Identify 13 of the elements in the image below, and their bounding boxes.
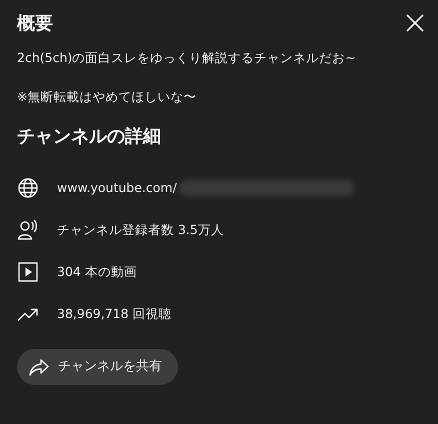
detail-text: 304 本の動画 [57, 262, 137, 281]
panel-title: 概要 [17, 12, 53, 36]
detail-text: チャンネル登録者数 3.5万人 [57, 220, 224, 239]
description-text: 2ch(5ch)の面白スレをゆっくり解説するチャンネルだお~ [17, 49, 357, 67]
globe-icon [17, 177, 39, 199]
close-icon[interactable] [405, 13, 425, 33]
share-button[interactable]: チャンネルを共有 [17, 349, 178, 385]
detail-text: 38,969,718 回視聴 [57, 304, 172, 323]
description-text: ※無断転載はやめてほしいな〜 [17, 88, 198, 106]
section-heading: チャンネルの詳細 [17, 125, 162, 149]
person-icon [17, 219, 39, 241]
channel-link[interactable]: www.youtube.com/ [57, 178, 177, 198]
play-icon [17, 261, 39, 283]
